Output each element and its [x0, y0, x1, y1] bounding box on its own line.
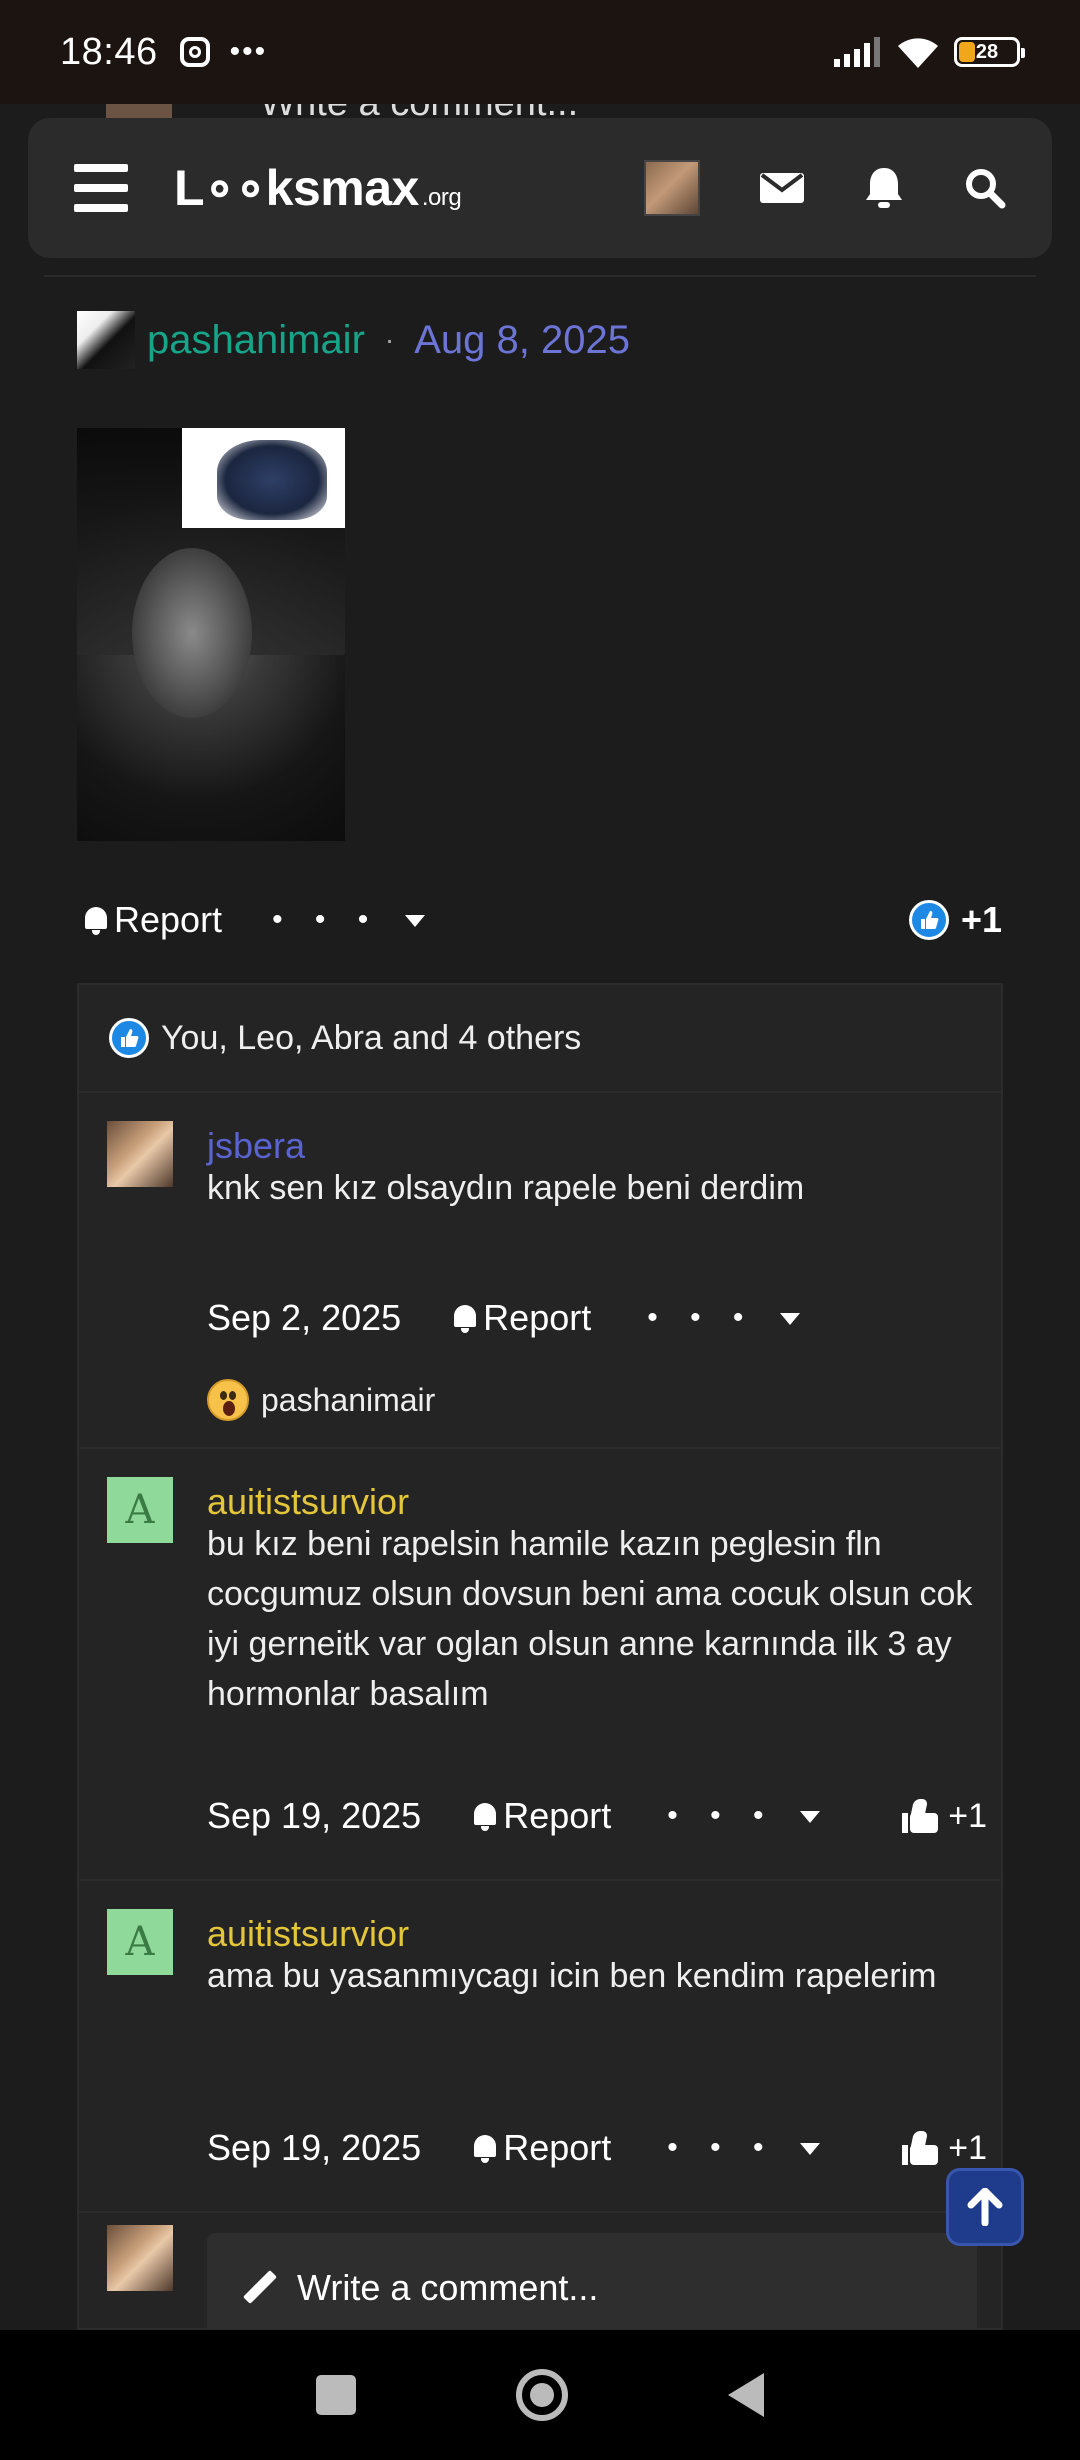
mail-icon[interactable] [760, 171, 804, 205]
more-options-button[interactable]: • • • [667, 1799, 820, 1833]
post-actions: Report • • • +1 [82, 890, 1002, 950]
report-button[interactable]: Report [471, 2127, 611, 2169]
like-count: +1 [948, 1796, 987, 1835]
comment-meta: Sep 19, 2025 Report • • • +1 [207, 1791, 987, 1841]
commenter-avatar[interactable] [107, 1121, 173, 1187]
recents-button[interactable] [316, 2375, 356, 2415]
commenter-name[interactable]: auitistsurvior [207, 1481, 409, 1523]
status-bar: 18:46 ••• 28 [0, 0, 1080, 104]
chevron-down-icon [779, 1313, 800, 1326]
commenter-avatar[interactable]: A [107, 1909, 173, 1975]
logo-org: .org [421, 184, 462, 211]
astonished-emoji-icon [207, 1379, 249, 1421]
user-avatar[interactable] [644, 160, 700, 216]
report-button[interactable]: Report [451, 1297, 591, 1339]
logo-text: L∘∘ksmax [174, 160, 419, 216]
battery-level: 28 [975, 40, 999, 63]
post-meta: pashanimair · Aug 8, 2025 [77, 311, 630, 369]
report-label: Report [503, 1795, 612, 1836]
comment: A auitistsurvior bu kız beni rapelsin ha… [79, 1449, 1001, 1881]
more-notifications-icon: ••• [229, 35, 268, 68]
comments-section: You, Leo, Abra and 4 others jsbera knk s… [77, 983, 1003, 2343]
write-comment-placeholder: Write a comment... [297, 2267, 599, 2308]
like-icon[interactable] [908, 900, 949, 940]
more-options-button[interactable]: • • • [647, 1301, 800, 1335]
reactions-text: You, Leo, Abra and 4 others [161, 1018, 582, 1057]
thumbs-up-icon [902, 2131, 939, 2165]
like-button[interactable]: +1 [902, 1797, 987, 1836]
comment: A auitistsurvior ama bu yasanmıycagı ici… [79, 1881, 1001, 2213]
report-label: Report [503, 2127, 612, 2168]
current-user-avatar [107, 2225, 173, 2291]
bell-icon [451, 1303, 479, 1333]
more-options-label: • • • [667, 2131, 776, 2164]
comment-text: ama bu yasanmıycagı icin ben kendim rape… [207, 1957, 937, 1995]
write-comment-row: Write a comment... [79, 2215, 1001, 2343]
back-button[interactable] [728, 2373, 764, 2417]
thumbs-up-icon [902, 1799, 939, 1833]
comment-date[interactable]: Sep 2, 2025 [207, 1297, 401, 1339]
like-count: +1 [948, 2128, 987, 2167]
commenter-avatar[interactable]: A [107, 1477, 173, 1543]
like-icon [109, 1018, 149, 1058]
separator: · [384, 324, 395, 355]
site-header: L∘∘ksmax .org [28, 118, 1052, 258]
post-image[interactable] [77, 428, 345, 841]
post-author-name[interactable]: pashanimair [147, 318, 365, 363]
chevron-down-icon [799, 2143, 820, 2156]
home-button[interactable] [516, 2369, 568, 2421]
commenter-name[interactable]: auitistsurvior [207, 1913, 409, 1955]
more-options-button[interactable]: • • • [272, 903, 425, 937]
site-logo[interactable]: L∘∘ksmax .org [174, 159, 462, 217]
system-navigation-bar [0, 2330, 1080, 2460]
comment-text: knk sen kız olsaydın rapele beni derdim [207, 1169, 805, 1207]
reaction-user: pashanimair [261, 1381, 436, 1418]
chevron-down-icon [799, 1811, 820, 1824]
like-count: +1 [960, 899, 1002, 940]
arrow-up-icon [967, 2188, 1003, 2226]
status-time: 18:46 [60, 30, 158, 73]
instagram-icon [179, 37, 210, 67]
comment: jsbera knk sen kız olsaydın rapele beni … [79, 1093, 1001, 1449]
bell-icon [82, 905, 110, 935]
report-button[interactable]: Report [82, 899, 222, 941]
divider [44, 275, 1036, 277]
more-options-label: • • • [667, 1799, 776, 1832]
comment-meta: Sep 2, 2025 Report • • • [207, 1293, 987, 1343]
chevron-down-icon [404, 915, 425, 928]
more-options-button[interactable]: • • • [667, 2131, 820, 2165]
write-comment-input[interactable]: Write a comment... [207, 2233, 977, 2343]
comment-date[interactable]: Sep 19, 2025 [207, 2127, 421, 2169]
like-button[interactable]: +1 [902, 2129, 987, 2168]
comment-meta: Sep 19, 2025 Report • • • +1 [207, 2123, 987, 2173]
post-date[interactable]: Aug 8, 2025 [414, 318, 630, 363]
signal-icon [834, 37, 880, 67]
scroll-to-top-button[interactable] [946, 2168, 1024, 2246]
comment-reaction[interactable]: pashanimair [207, 1379, 435, 1421]
battery-icon: 28 [954, 37, 1025, 67]
report-label: Report [483, 1297, 592, 1338]
commenter-name[interactable]: jsbera [207, 1125, 305, 1167]
more-options-label: • • • [647, 1301, 756, 1334]
more-options-label: • • • [272, 903, 381, 936]
comment-text: bu kız beni rapelsin hamile kazın pegles… [207, 1525, 973, 1713]
menu-icon[interactable] [74, 164, 128, 212]
bell-icon[interactable] [864, 166, 904, 210]
report-button[interactable]: Report [471, 1795, 611, 1837]
report-label: Report [114, 899, 223, 940]
post-author-avatar[interactable] [77, 311, 135, 369]
comment-date[interactable]: Sep 19, 2025 [207, 1795, 421, 1837]
search-icon[interactable] [964, 167, 1006, 209]
pencil-icon [243, 2270, 279, 2306]
reactions-summary[interactable]: You, Leo, Abra and 4 others [79, 985, 1001, 1093]
inset-image [182, 428, 345, 528]
bell-icon [471, 1801, 499, 1831]
wifi-icon [898, 38, 938, 68]
bell-icon [471, 2133, 499, 2163]
